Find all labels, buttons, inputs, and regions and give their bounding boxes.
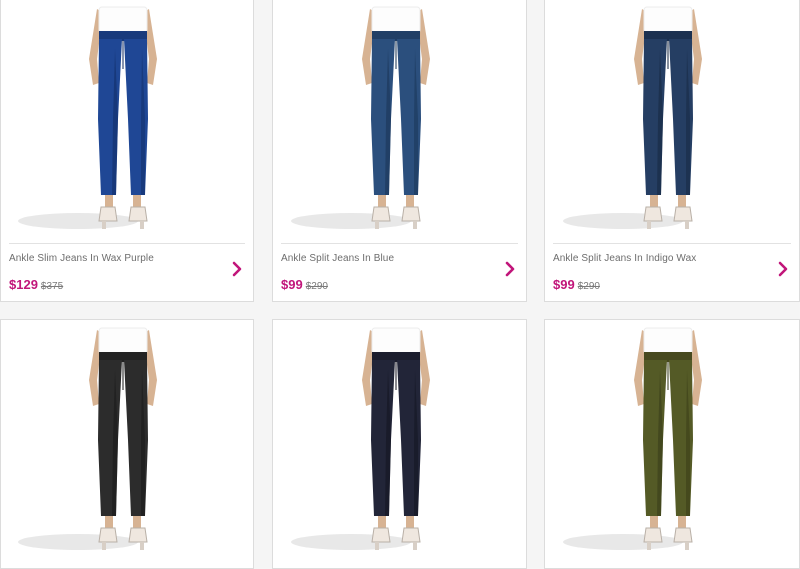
product-card[interactable] (0, 319, 254, 569)
chevron-right-icon[interactable] (504, 261, 516, 277)
chevron-right-icon[interactable] (777, 261, 789, 277)
product-image[interactable] (545, 320, 799, 562)
original-price: $290 (305, 281, 328, 292)
price-row: $99 $290 (553, 276, 600, 294)
price-row: $99 $290 (281, 276, 328, 294)
price-row: $129 $375 (9, 276, 63, 294)
product-name[interactable]: Ankle Slim Jeans In Wax Purple (9, 253, 154, 264)
product-image[interactable] (1, 320, 253, 562)
product-card[interactable]: Ankle Split Jeans In Blue $99 $290 (272, 0, 527, 302)
card-divider (553, 243, 791, 244)
product-card[interactable]: Ankle Split Jeans In Indigo Wax $99 $290 (544, 0, 800, 302)
product-image[interactable] (545, 0, 799, 241)
chevron-right-icon[interactable] (231, 261, 243, 277)
product-image[interactable] (273, 0, 526, 241)
original-price: $375 (40, 281, 64, 292)
product-image[interactable] (273, 320, 526, 562)
product-card[interactable]: Ankle Slim Jeans In Wax Purple $129 $375 (0, 0, 254, 302)
product-card[interactable] (272, 319, 527, 569)
sale-price: $99 (281, 277, 303, 292)
product-name[interactable]: Ankle Split Jeans In Blue (281, 253, 394, 264)
sale-price: $99 (553, 277, 575, 292)
card-divider (281, 243, 518, 244)
original-price: $290 (577, 281, 600, 292)
card-divider (9, 243, 245, 244)
product-card[interactable] (544, 319, 800, 569)
product-name[interactable]: Ankle Split Jeans In Indigo Wax (553, 253, 696, 264)
sale-price: $129 (9, 277, 38, 292)
product-image[interactable] (1, 0, 253, 241)
